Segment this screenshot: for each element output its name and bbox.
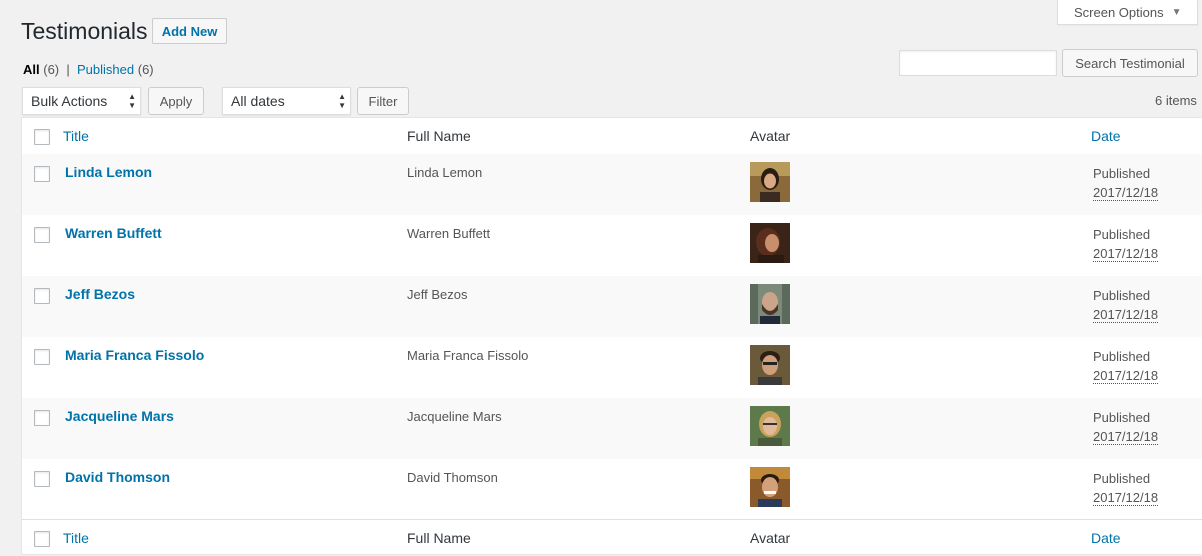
column-fullname-footer: Full Name — [407, 530, 471, 546]
add-new-button[interactable]: Add New — [152, 18, 227, 44]
dates-select[interactable]: All dates ▲ ▼ — [222, 87, 351, 115]
view-all-count: (6) — [43, 62, 60, 77]
avatar — [750, 223, 790, 263]
row-date: Published 2017/12/18 — [1093, 164, 1159, 202]
caret-down-icon: ▼ — [1171, 6, 1182, 18]
row-full-name: Jeff Bezos — [407, 287, 468, 302]
column-date-footer[interactable]: Date — [1091, 530, 1121, 546]
avatar — [750, 345, 790, 385]
screen-options-label: Screen Options — [1074, 4, 1164, 20]
column-title-header[interactable]: Title — [63, 128, 89, 144]
column-title-footer[interactable]: Title — [63, 530, 89, 546]
filter-button[interactable]: Filter — [357, 87, 409, 115]
row-full-name: Jacqueline Mars — [407, 409, 502, 424]
row-full-name: Warren Buffett — [407, 226, 491, 241]
row-status: Published — [1093, 349, 1151, 364]
row-checkbox[interactable] — [34, 227, 50, 243]
row-title-link[interactable]: Maria Franca Fissolo — [65, 347, 204, 363]
row-full-name: Maria Franca Fissolo — [407, 348, 529, 363]
row-date-value: 2017/12/18 — [1093, 368, 1159, 384]
select-all-checkbox[interactable] — [34, 129, 50, 145]
table-row: Jacqueline Mars Jacqueline Mars Publishe… — [22, 398, 1202, 459]
table-header: Title Full Name Avatar Date — [22, 118, 1202, 155]
row-checkbox[interactable] — [34, 471, 50, 487]
row-full-name: Linda Lemon — [407, 165, 483, 180]
row-checkbox[interactable] — [34, 288, 50, 304]
row-title-link[interactable]: Jeff Bezos — [65, 286, 135, 302]
row-checkbox[interactable] — [34, 410, 50, 426]
row-date-value: 2017/12/18 — [1093, 246, 1159, 262]
row-date-value: 2017/12/18 — [1093, 429, 1159, 445]
row-title-link[interactable]: Jacqueline Mars — [65, 408, 174, 424]
row-date: Published 2017/12/18 — [1093, 225, 1159, 263]
avatar — [750, 406, 790, 446]
avatar — [750, 162, 790, 202]
table-footer: Title Full Name Avatar Date — [22, 519, 1202, 556]
select-all-checkbox-footer[interactable] — [34, 531, 50, 547]
row-date-value: 2017/12/18 — [1093, 307, 1159, 323]
apply-button[interactable]: Apply — [148, 87, 204, 115]
avatar — [750, 467, 790, 507]
row-checkbox[interactable] — [34, 349, 50, 365]
row-date: Published 2017/12/18 — [1093, 469, 1159, 507]
testimonials-table: Title Full Name Avatar Date Linda Lemon … — [21, 117, 1202, 555]
table-row: Linda Lemon Linda Lemon Published 2017/1… — [22, 154, 1202, 215]
view-published-link[interactable]: Published — [77, 62, 134, 77]
row-date: Published 2017/12/18 — [1093, 286, 1159, 324]
search-input[interactable] — [899, 50, 1057, 76]
screen-options-toggle[interactable]: Screen Options ▼ — [1057, 0, 1198, 25]
dates-value: All dates — [231, 93, 285, 109]
column-avatar-header: Avatar — [750, 128, 791, 144]
row-checkbox[interactable] — [34, 166, 50, 182]
row-title-link[interactable]: Warren Buffett — [65, 225, 162, 241]
row-status: Published — [1093, 227, 1151, 242]
table-row: David Thomson David Thomson Published 20… — [22, 459, 1202, 520]
row-date-value: 2017/12/18 — [1093, 490, 1159, 506]
column-date-header[interactable]: Date — [1091, 128, 1121, 144]
row-status: Published — [1093, 288, 1151, 303]
column-fullname-header: Full Name — [407, 128, 471, 144]
row-title-link[interactable]: Linda Lemon — [65, 164, 152, 180]
row-status: Published — [1093, 410, 1151, 425]
select-arrows-icon: ▲ ▼ — [338, 92, 346, 110]
row-date-value: 2017/12/18 — [1093, 185, 1159, 201]
search-testimonial-button[interactable]: Search Testimonial — [1062, 49, 1198, 77]
table-row: Warren Buffett Warren Buffett Published … — [22, 215, 1202, 276]
avatar — [750, 284, 790, 324]
page-title: Testimonials — [21, 18, 148, 44]
table-row: Maria Franca Fissolo Maria Franca Fissol… — [22, 337, 1202, 398]
select-arrows-icon: ▲ ▼ — [128, 92, 136, 110]
row-status: Published — [1093, 471, 1151, 486]
view-published-count: (6) — [137, 62, 154, 77]
bulk-actions-select[interactable]: Bulk Actions ▲ ▼ — [22, 87, 141, 115]
row-date: Published 2017/12/18 — [1093, 347, 1159, 385]
row-status: Published — [1093, 166, 1151, 181]
row-date: Published 2017/12/18 — [1093, 408, 1159, 446]
items-count: 6 items — [1155, 93, 1197, 108]
view-separator: | — [66, 62, 70, 77]
table-row: Jeff Bezos Jeff Bezos Published 2017/12/… — [22, 276, 1202, 337]
status-views: All (6) | Published (6) — [23, 62, 154, 77]
bulk-actions-value: Bulk Actions — [31, 93, 108, 109]
row-full-name: David Thomson — [407, 470, 498, 485]
view-all-link[interactable]: All — [23, 62, 40, 77]
row-title-link[interactable]: David Thomson — [65, 469, 170, 485]
column-avatar-footer: Avatar — [750, 530, 791, 546]
